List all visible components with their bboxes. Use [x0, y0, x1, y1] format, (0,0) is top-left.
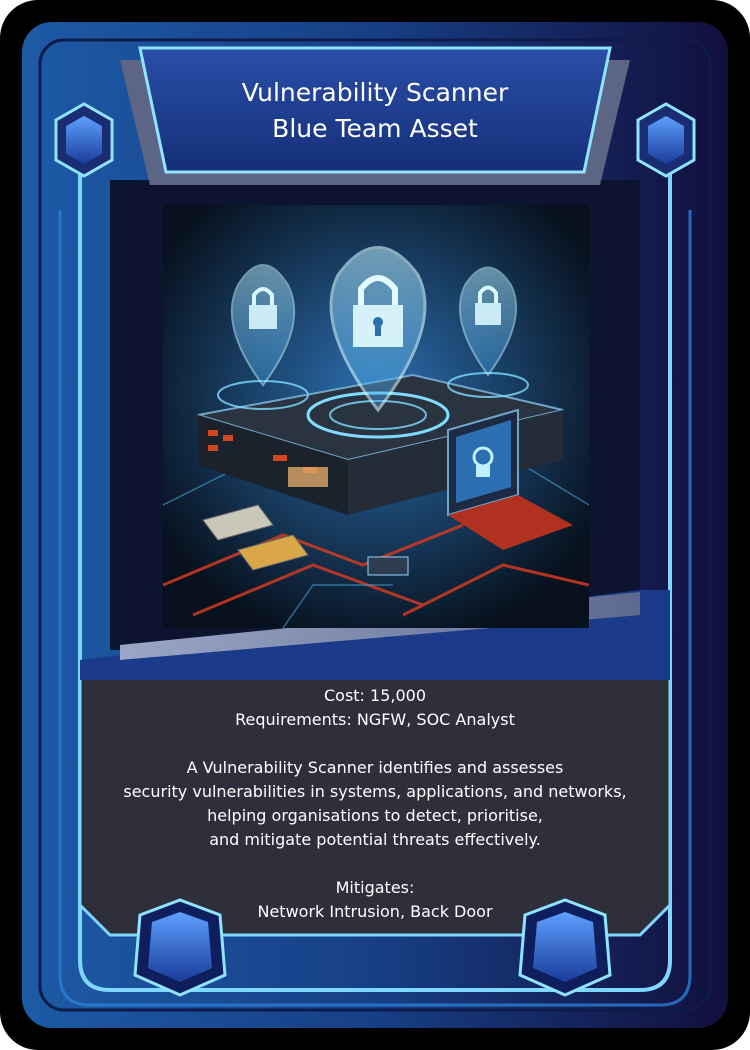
card-requirements: Requirements: NGFW, SOC Analyst [235, 710, 515, 729]
card-mitigates-label: Mitigates: [335, 878, 415, 897]
card: Vulnerability Scanner Blue Team Asset Co… [0, 0, 750, 1050]
hexagon-gem-icon [54, 102, 114, 178]
card-title: Vulnerability Scanner Blue Team Asset [165, 75, 585, 147]
card-mitigates-value: Network Intrusion, Back Door [257, 902, 493, 921]
card-description-line: security vulnerabilities in systems, app… [123, 782, 627, 801]
card-artwork [163, 205, 589, 628]
card-title-line-2: Blue Team Asset [272, 114, 478, 143]
card-description-line: helping organisations to detect, priorit… [207, 806, 543, 825]
card-description-line: and mitigate potential threats effective… [209, 830, 541, 849]
card-cost: Cost: 15,000 [323, 686, 427, 705]
hexagon-gem-icon [636, 102, 696, 178]
card-text: Cost: 15,000 Requirements: NGFW, SOC Ana… [80, 684, 670, 924]
card-description-line: A Vulnerability Scanner identifies and a… [186, 758, 564, 777]
card-title-line-1: Vulnerability Scanner [241, 78, 509, 107]
